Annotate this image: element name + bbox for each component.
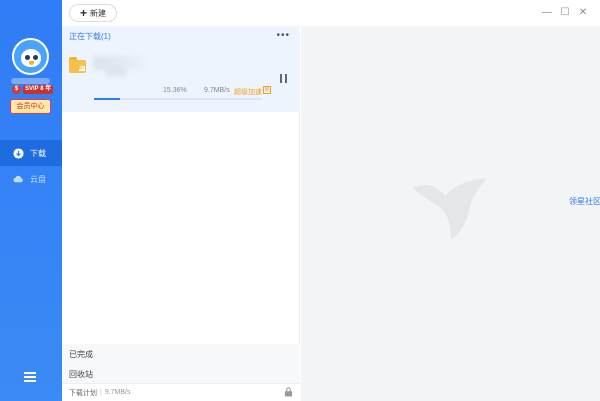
- download-icon: [13, 147, 24, 159]
- downloading-header[interactable]: 正在下载(1) •••: [62, 26, 300, 46]
- sidebar-item-cloud[interactable]: 云盘: [0, 166, 62, 192]
- folder-badge: BT: [79, 65, 86, 71]
- folder-icon: BT: [69, 57, 86, 73]
- sidebar-item-label: 下载: [30, 148, 46, 158]
- downloading-title: 正在下载(1): [69, 31, 111, 41]
- eye-right: [33, 55, 38, 60]
- super-accel-link[interactable]: 超级加速: [234, 87, 262, 97]
- minimize-icon[interactable]: —: [541, 6, 553, 18]
- plus-icon: +: [79, 6, 87, 20]
- bird-logo-icon: [413, 178, 487, 240]
- more-icon[interactable]: •••: [276, 30, 290, 41]
- sidebar-item-download[interactable]: 下载: [0, 140, 62, 166]
- completed-label: 已完成: [69, 349, 93, 359]
- sidebar-item-label: 云盘: [30, 174, 46, 184]
- sidebar: $ SVIP 8 年 会员中心 下载 云盘: [0, 0, 62, 401]
- maximize-icon[interactable]: ☐: [559, 6, 571, 18]
- community-link[interactable]: 领星社区: [569, 196, 600, 207]
- cloud-icon: [13, 175, 23, 182]
- recycle-bin-section[interactable]: 回收站: [62, 364, 300, 384]
- vip-level-label: SVIP 8 年: [23, 85, 54, 94]
- accel-badge: 限: [263, 86, 271, 94]
- username-redacted: [11, 78, 50, 84]
- new-task-button[interactable]: + 新建: [69, 4, 117, 22]
- progress-fill: [94, 98, 120, 100]
- download-speed: 9.7MB/s: [204, 87, 230, 94]
- progress-percent: 15.36%: [163, 87, 187, 94]
- pause-icon[interactable]: [280, 74, 287, 83]
- vip-badge[interactable]: $ SVIP 8 年: [12, 85, 54, 94]
- total-speed: 9.7MB/s: [104, 389, 131, 396]
- download-plan-link[interactable]: 下载计划: [69, 388, 97, 398]
- detail-panel: 领星社区: [301, 26, 600, 401]
- hamburger-menu-icon[interactable]: [24, 372, 36, 382]
- lock-icon[interactable]: [284, 387, 293, 397]
- member-center-button[interactable]: 会员中心: [10, 99, 51, 114]
- filename-redacted-2: [105, 68, 127, 76]
- new-task-label: 新建: [90, 8, 106, 18]
- download-task-row[interactable]: BT 15.36% 9.7MB/s 超级加速 限: [62, 46, 300, 112]
- completed-section[interactable]: 已完成: [62, 344, 300, 364]
- avatar[interactable]: [12, 38, 49, 75]
- close-icon[interactable]: ✕: [577, 6, 589, 18]
- status-footer: 下载计划 | 9.7MB/s: [62, 383, 300, 401]
- eye-left: [25, 55, 30, 60]
- vip-dollar-icon: $: [12, 85, 21, 94]
- progress-bar: [94, 98, 262, 100]
- top-bar: + 新建 — ☐ ✕: [62, 0, 600, 26]
- divider: |: [100, 389, 102, 396]
- download-list-panel: 正在下载(1) ••• BT 15.36% 9.7MB/s 超级加速 限 已完成…: [62, 26, 300, 401]
- recycle-label: 回收站: [69, 369, 93, 379]
